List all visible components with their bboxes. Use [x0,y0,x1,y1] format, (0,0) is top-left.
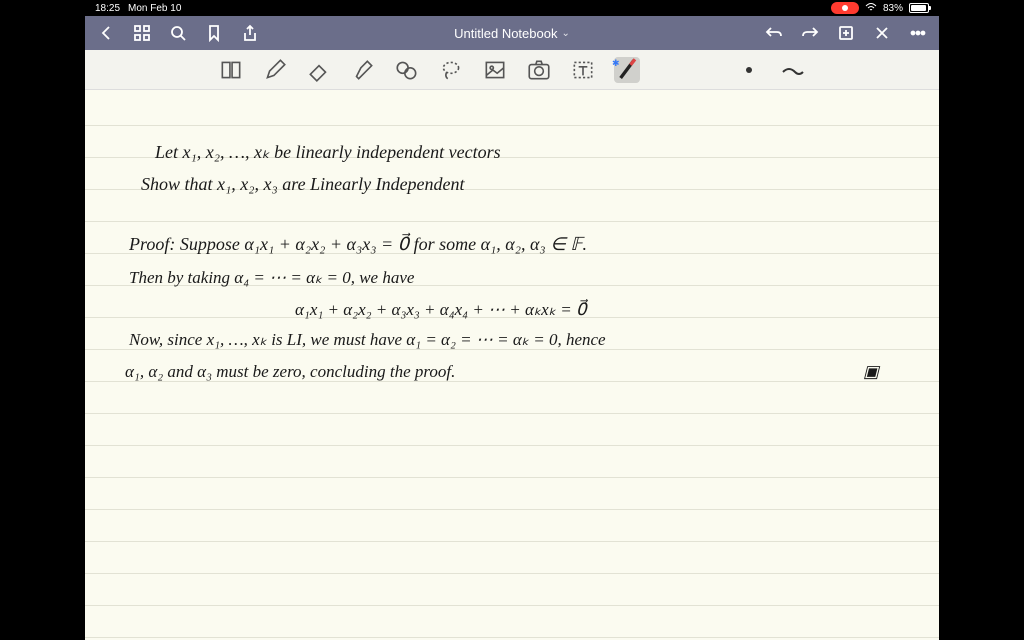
battery-icon [909,3,929,13]
note-line: Then by taking α₄ = ⋯ = αₖ = 0, we have [129,268,414,288]
note-line: α₁x₁ + α₂x₂ + α₃x₃ + α₄x₄ + ⋯ + αₖxₖ = 0… [295,300,587,320]
note-line: α₁, α₂ and α₃ must be zero, concluding t… [125,362,455,382]
qed-mark: ▣ [863,362,879,382]
bookmark-button[interactable] [205,24,223,42]
status-date: Mon Feb 10 [128,3,181,14]
lasso-tool[interactable] [438,57,464,83]
stylus-tool[interactable]: ✱ [614,57,640,83]
note-line: Show that x₁, x₂, x₃ are Linearly Indepe… [141,174,465,195]
grid-button[interactable] [133,24,151,42]
note-line: Now, since x₁, …, xₖ is LI, we must have… [129,330,606,350]
undo-button[interactable] [765,24,783,42]
text-tool[interactable] [570,57,596,83]
status-bar: 18:25 Mon Feb 10 83% [85,0,939,16]
redo-button[interactable] [801,24,819,42]
wifi-icon [865,2,877,15]
note-line: Proof: Suppose α₁x₁ + α₂x₂ + α₃x₃ = 0⃗ f… [129,234,587,255]
shapes-tool[interactable] [394,57,420,83]
more-button[interactable] [909,24,927,42]
device-frame: 18:25 Mon Feb 10 83% [85,0,939,640]
share-button[interactable] [241,24,259,42]
image-tool[interactable] [482,57,508,83]
note-line: Let x₁, x₂, …, xₖ be linearly independen… [155,142,501,163]
page-nav-tool[interactable] [218,57,244,83]
camera-tool[interactable] [526,57,552,83]
battery-percent: 83% [883,3,903,14]
stroke-style-indicator[interactable] [780,57,806,83]
note-canvas[interactable]: Let x₁, x₂, …, xₖ be linearly independen… [85,90,939,640]
search-button[interactable] [169,24,187,42]
app-header: Untitled Notebook ⌄ [85,16,939,50]
screen-record-indicator[interactable] [831,2,859,14]
chevron-down-icon: ⌄ [561,28,569,39]
status-time: 18:25 [95,3,120,14]
stroke-size-indicator[interactable] [736,57,762,83]
pen-tool[interactable] [262,57,288,83]
eraser-tool[interactable] [306,57,332,83]
toolbar: ✱ [85,50,939,90]
document-title: Untitled Notebook [454,26,557,41]
back-button[interactable] [97,24,115,42]
close-button[interactable] [873,24,891,42]
highlighter-tool[interactable] [350,57,376,83]
document-title-dropdown[interactable]: Untitled Notebook ⌄ [454,26,570,41]
bluetooth-icon: ✱ [612,58,620,69]
add-page-button[interactable] [837,24,855,42]
